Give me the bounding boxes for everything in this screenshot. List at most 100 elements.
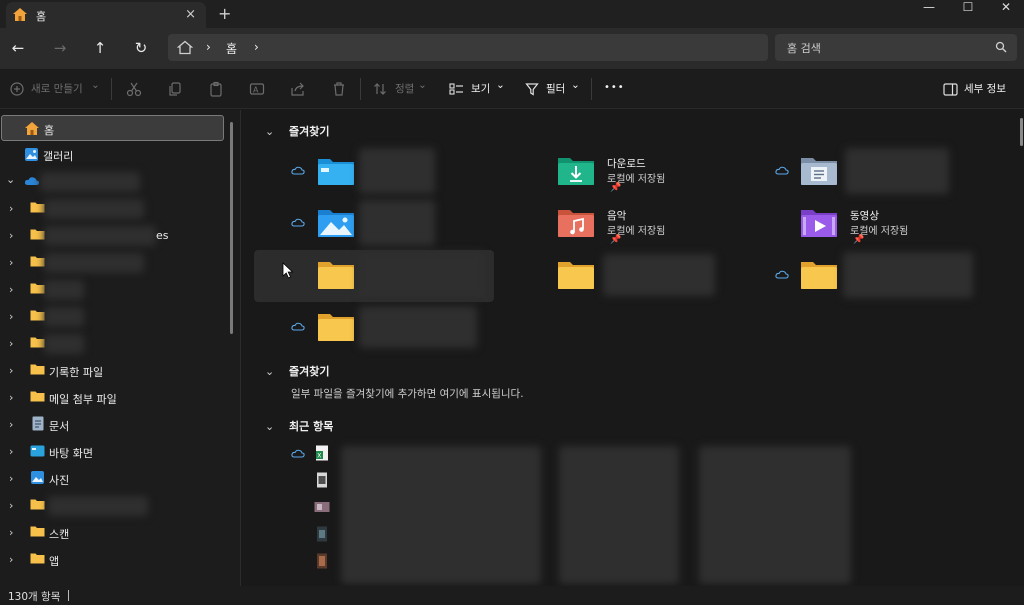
chevron-right-icon[interactable]: › [9, 256, 13, 269]
quick-access-tile[interactable] [753, 146, 993, 198]
view-button[interactable]: 보기 [471, 81, 490, 96]
sidebar-item-recorded-files[interactable]: › 기록한 파일 [0, 358, 226, 384]
quick-access-tile[interactable] [257, 146, 497, 198]
minimize-button[interactable]: — [912, 0, 946, 20]
path-separator[interactable]: › [206, 40, 211, 54]
path-separator[interactable]: › [254, 40, 259, 54]
chevron-right-icon[interactable]: › [9, 553, 13, 566]
path-box[interactable]: › 홈 › [168, 34, 768, 61]
sidebar-item-folder[interactable]: › es [0, 223, 226, 249]
svg-text:X: X [317, 453, 321, 460]
sidebar-item-scan[interactable]: › 스캔 [0, 520, 226, 546]
quick-access-tile[interactable] [537, 250, 777, 302]
sidebar-item-folder[interactable]: › [0, 250, 226, 276]
share-icon[interactable] [290, 81, 306, 100]
sidebar-item-onedrive[interactable]: ⌄ [0, 169, 226, 195]
sidebar-item-apps[interactable]: › 앱 [0, 547, 226, 573]
path-segment-home[interactable]: 홈 [226, 40, 237, 57]
sidebar-item-desktop[interactable]: › 바탕 화면 [0, 439, 226, 465]
chevron-right-icon[interactable]: › [9, 283, 13, 296]
recent-file-row[interactable] [289, 522, 329, 548]
close-window-button[interactable]: ✕ [989, 0, 1023, 20]
details-button[interactable]: 세부 정보 [964, 81, 1006, 96]
sidebar-item-gallery[interactable]: 갤러리 [0, 142, 226, 168]
search-input[interactable]: 홈 검색 [775, 34, 1017, 61]
section-header-quick-access[interactable]: ⌄ 즐겨찾기 [265, 123, 329, 139]
chevron-right-icon[interactable]: › [9, 202, 13, 215]
sidebar-item-home[interactable]: 홈 [1, 115, 224, 141]
chevron-right-icon[interactable]: › [9, 499, 13, 512]
recent-file-row[interactable]: X [289, 441, 329, 467]
rename-icon[interactable]: A [249, 81, 265, 100]
sidebar-item-pictures[interactable]: › 사진 [0, 466, 226, 492]
paste-icon[interactable] [208, 81, 224, 100]
quick-access-tile-downloads[interactable]: 다운로드 로컬에 저장됨 📌 [537, 146, 777, 198]
folder-icon [30, 525, 45, 540]
quick-access-tile[interactable] [753, 250, 993, 302]
new-tab-button[interactable]: + [218, 4, 231, 23]
chevron-right-icon[interactable]: › [9, 391, 13, 404]
home-outline-icon[interactable] [176, 40, 194, 58]
folder-icon [30, 363, 45, 378]
sidebar-item-folder[interactable]: › [0, 277, 226, 303]
cloud-status-icon [775, 165, 789, 178]
chevron-down-icon[interactable]: ⌄ [265, 365, 289, 378]
up-button[interactable]: ↑ [89, 37, 111, 59]
home-icon [24, 121, 40, 139]
sidebar-item-folder[interactable]: › [0, 331, 226, 357]
recent-file-row[interactable] [289, 495, 330, 521]
chevron-right-icon[interactable]: › [9, 526, 13, 539]
quick-access-tile-music[interactable]: 음악 로컬에 저장됨 📌 [537, 198, 777, 250]
chevron-down-icon[interactable]: ⌄ [265, 420, 289, 433]
chevron-down-icon[interactable]: ⌄ [265, 125, 289, 138]
quick-access-tile[interactable] [257, 302, 497, 354]
cloud-status-icon [291, 165, 305, 178]
sort-button[interactable]: 정렬 [395, 81, 414, 96]
chevron-right-icon[interactable]: › [9, 418, 13, 431]
sidebar-scrollbar[interactable] [230, 122, 233, 334]
tab-home[interactable]: 홈 × [6, 2, 206, 28]
chevron-right-icon[interactable]: › [9, 229, 13, 242]
delete-icon[interactable] [331, 81, 347, 100]
recent-file-row[interactable] [289, 549, 329, 575]
item-count: 130개 항목 [8, 591, 61, 603]
recent-file-row[interactable] [289, 468, 329, 494]
filter-button[interactable]: 필터 [546, 81, 565, 96]
chevron-right-icon[interactable]: › [9, 472, 13, 485]
refresh-button[interactable]: ↻ [130, 37, 152, 59]
folder-icon [30, 255, 45, 270]
sidebar-item-folder[interactable]: › [0, 304, 226, 330]
close-tab-icon[interactable]: × [185, 7, 196, 22]
folder-icon [30, 336, 45, 351]
chevron-down-icon[interactable]: ⌄ [6, 173, 15, 186]
chevron-right-icon[interactable]: › [9, 337, 13, 350]
tab-title: 홈 [36, 10, 47, 23]
folder-icon [30, 498, 45, 513]
sidebar-item-documents[interactable]: › 문서 [0, 412, 226, 438]
back-button[interactable]: ← [7, 37, 29, 59]
sidebar-item-folder[interactable]: › [0, 493, 226, 519]
navigation-pane: 홈 갤러리 ⌄ › › es › › › › › 기록한 파일 › 메일 첨부 … [0, 110, 240, 586]
forward-button[interactable]: → [49, 37, 71, 59]
quick-access-tile[interactable] [254, 250, 494, 302]
chevron-right-icon[interactable]: › [9, 310, 13, 323]
sidebar-item-folder[interactable]: › [0, 196, 226, 222]
details-pane-icon [943, 83, 958, 99]
content-scrollbar[interactable] [1020, 118, 1023, 146]
folder-icon [557, 258, 595, 293]
view-icon [449, 82, 464, 99]
cloud-status-icon [291, 321, 305, 334]
maximize-button[interactable]: ☐ [951, 0, 985, 20]
section-header-recent[interactable]: ⌄ 최근 항목 [265, 418, 333, 434]
more-options-button[interactable]: ••• [604, 82, 625, 93]
section-header-favorites[interactable]: ⌄ 즐겨찾기 [265, 363, 329, 379]
new-button[interactable]: 새로 만들기 [31, 81, 83, 96]
folder-icon [800, 258, 838, 293]
copy-icon[interactable] [167, 81, 183, 100]
quick-access-tile[interactable] [257, 198, 497, 250]
chevron-right-icon[interactable]: › [9, 445, 13, 458]
chevron-right-icon[interactable]: › [9, 364, 13, 377]
quick-access-tile-videos[interactable]: 동영상 로컬에 저장됨 📌 [753, 198, 993, 250]
sidebar-item-mail-attachments[interactable]: › 메일 첨부 파일 [0, 385, 226, 411]
cut-icon[interactable] [126, 81, 142, 100]
